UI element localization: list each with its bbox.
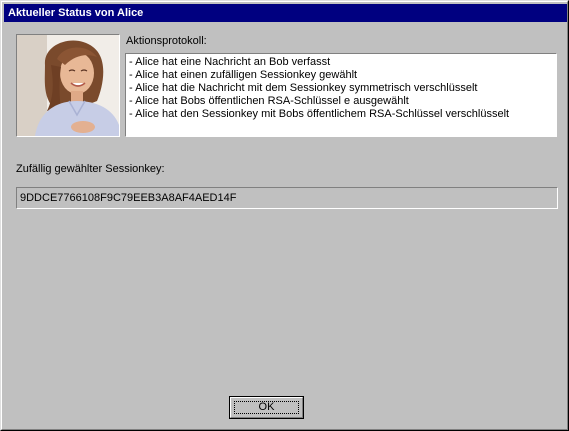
log-entry: - Alice hat einen zufälligen Sessionkey …: [129, 69, 358, 81]
action-log-label: Aktionsprotokoll:: [126, 35, 207, 47]
ok-button[interactable]: OK: [229, 396, 304, 419]
sessionkey-label: Zufällig gewählter Sessionkey:: [16, 163, 165, 175]
log-entry: - Alice hat eine Nachricht an Bob verfas…: [129, 56, 331, 68]
dialog-window: Aktueller Status von Alice Aktionsprotok…: [0, 0, 569, 431]
action-log-list[interactable]: - Alice hat eine Nachricht an Bob verfas…: [125, 53, 557, 137]
title-bar[interactable]: Aktueller Status von Alice: [4, 4, 567, 22]
log-entry: - Alice hat Bobs öffentlichen RSA-Schlüs…: [129, 95, 409, 107]
log-entry: - Alice hat den Sessionkey mit Bobs öffe…: [129, 108, 510, 120]
sessionkey-field[interactable]: 9DDCE7766108F9C79EEB3A8AF4AED14F: [16, 187, 558, 209]
alice-portrait-image: [17, 35, 119, 136]
window-title: Aktueller Status von Alice: [8, 7, 144, 19]
alice-avatar: [16, 34, 120, 137]
log-entry: - Alice hat die Nachricht mit dem Sessio…: [129, 82, 478, 94]
